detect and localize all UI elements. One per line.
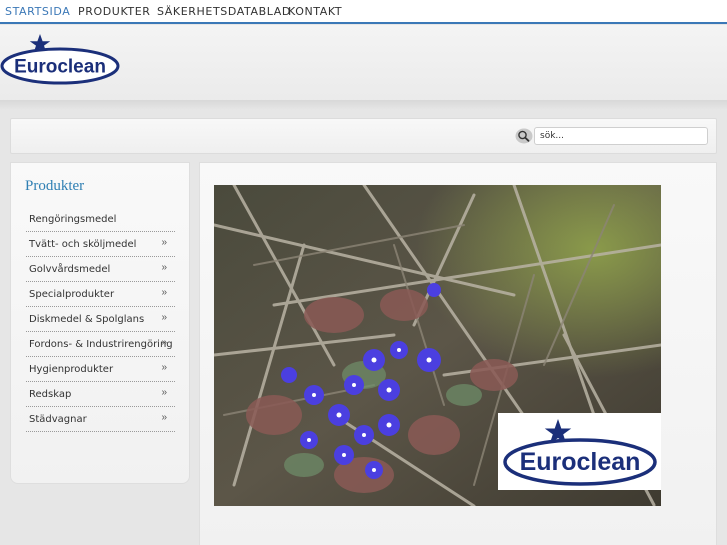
sidebar-item-rengoringsmedel[interactable]: Rengöringsmedel [26, 207, 175, 232]
logo-wordmark: Euroclean [14, 57, 106, 78]
submenu-arrow-icon: » [161, 362, 167, 373]
magnifier-icon[interactable] [515, 128, 533, 144]
sidebar-item-specialprodukter[interactable]: Specialprodukter » [26, 282, 175, 307]
submenu-arrow-icon: » [161, 262, 167, 273]
sidebar-title: Produkter [25, 178, 85, 194]
header-divider [0, 100, 727, 110]
submenu-arrow-icon: » [161, 287, 167, 298]
submenu-arrow-icon: » [161, 387, 167, 398]
nav-item-kontakt[interactable]: KONTAKT [288, 5, 342, 18]
sidebar-item-redskap[interactable]: Redskap » [26, 382, 175, 407]
sidebar-item-fordons-industrirengoring[interactable]: Fordons- & Industrirengöring » [26, 332, 175, 357]
sidebar-item-label: Städvagnar [29, 414, 87, 425]
top-navigation: STARTSIDA PRODUKTER SÄKERHETSDATABLAD KO… [0, 0, 727, 24]
sidebar-item-label: Redskap [29, 389, 72, 400]
product-category-list: Rengöringsmedel Tvätt- och sköljmedel » … [26, 207, 175, 432]
submenu-arrow-icon: » [161, 237, 167, 248]
sidebar-item-diskmedel-spolglans[interactable]: Diskmedel & Spolglans » [26, 307, 175, 332]
submenu-arrow-icon: » [161, 312, 167, 323]
search-input[interactable] [534, 127, 708, 145]
sidebar-item-tvatt-och-skoljmedel[interactable]: Tvätt- och sköljmedel » [26, 232, 175, 257]
euroclean-logo-overlay: Euroclean [503, 419, 657, 486]
nav-item-sakerhetsdatablad[interactable]: SÄKERHETSDATABLAD [157, 5, 291, 18]
submenu-arrow-icon: » [161, 412, 167, 423]
sidebar-item-label: Rengöringsmedel [29, 214, 117, 225]
sidebar-item-label: Specialprodukter [29, 289, 115, 300]
sidebar-item-hygienprodukter[interactable]: Hygienprodukter » [26, 357, 175, 382]
nav-item-startsida[interactable]: STARTSIDA [2, 5, 73, 24]
sidebar-item-golvvardsmedel[interactable]: Golvvårdsmedel » [26, 257, 175, 282]
euroclean-logo[interactable]: Euroclean [0, 33, 120, 85]
nav-item-produkter[interactable]: PRODUKTER [78, 5, 151, 18]
sidebar-item-label: Tvätt- och sköljmedel [29, 239, 137, 250]
sidebar-item-label: Golvvårdsmedel [29, 264, 111, 275]
sidebar-item-label: Hygienprodukter [29, 364, 114, 375]
sidebar-item-label: Fordons- & Industrirengöring [29, 339, 173, 350]
submenu-arrow-icon: » [161, 337, 167, 348]
sidebar-item-stadvagnar[interactable]: Städvagnar » [26, 407, 175, 432]
sidebar-item-label: Diskmedel & Spolglans [29, 314, 145, 325]
logo-wordmark: Euroclean [520, 448, 641, 476]
